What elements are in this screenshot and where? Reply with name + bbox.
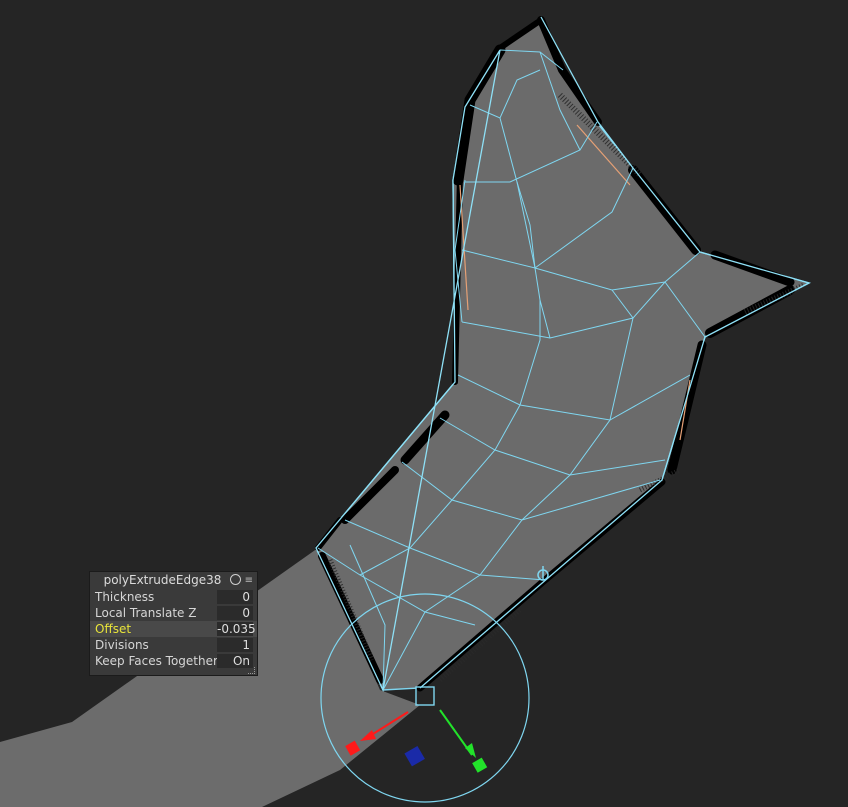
y-axis-box [472,757,488,773]
mesh-surface [315,15,811,691]
attr-value-field[interactable]: 1 [217,638,253,652]
attr-row-divisions[interactable]: Divisions 1 [90,637,257,653]
options-menu-icon[interactable]: ≡ [245,572,253,589]
in-view-editor[interactable]: polyExtrudeEdge38 ≡ Thickness 0 Local Tr… [89,571,258,676]
attr-value-field[interactable]: On [217,654,253,668]
attr-label: Divisions [95,638,149,652]
attr-row-local-translate-z[interactable]: Local Translate Z 0 [90,605,257,621]
z-axis-box [404,745,425,767]
node-header: polyExtrudeEdge38 ≡ [90,572,257,589]
attr-value-field[interactable]: 0 [217,606,253,620]
resize-grip-icon[interactable] [248,667,255,674]
attr-label: Offset [95,622,132,636]
attr-label: Keep Faces Together [95,654,218,668]
attr-row-thickness[interactable]: Thickness 0 [90,589,257,605]
viewport-3d[interactable] [0,0,848,807]
attr-value-field[interactable]: -0.035 [217,622,256,636]
node-name: polyExtrudeEdge38 [103,573,222,587]
attr-value-field[interactable]: 0 [217,590,253,604]
attribute-editor-icon[interactable] [230,574,241,585]
attr-row-offset[interactable]: Offset -0.035 [90,621,257,637]
attr-label: Thickness [95,590,155,604]
attr-label: Local Translate Z [95,606,197,620]
selected-mesh[interactable] [315,15,811,693]
attr-row-keep-faces-together[interactable]: Keep Faces Together On [90,653,257,669]
